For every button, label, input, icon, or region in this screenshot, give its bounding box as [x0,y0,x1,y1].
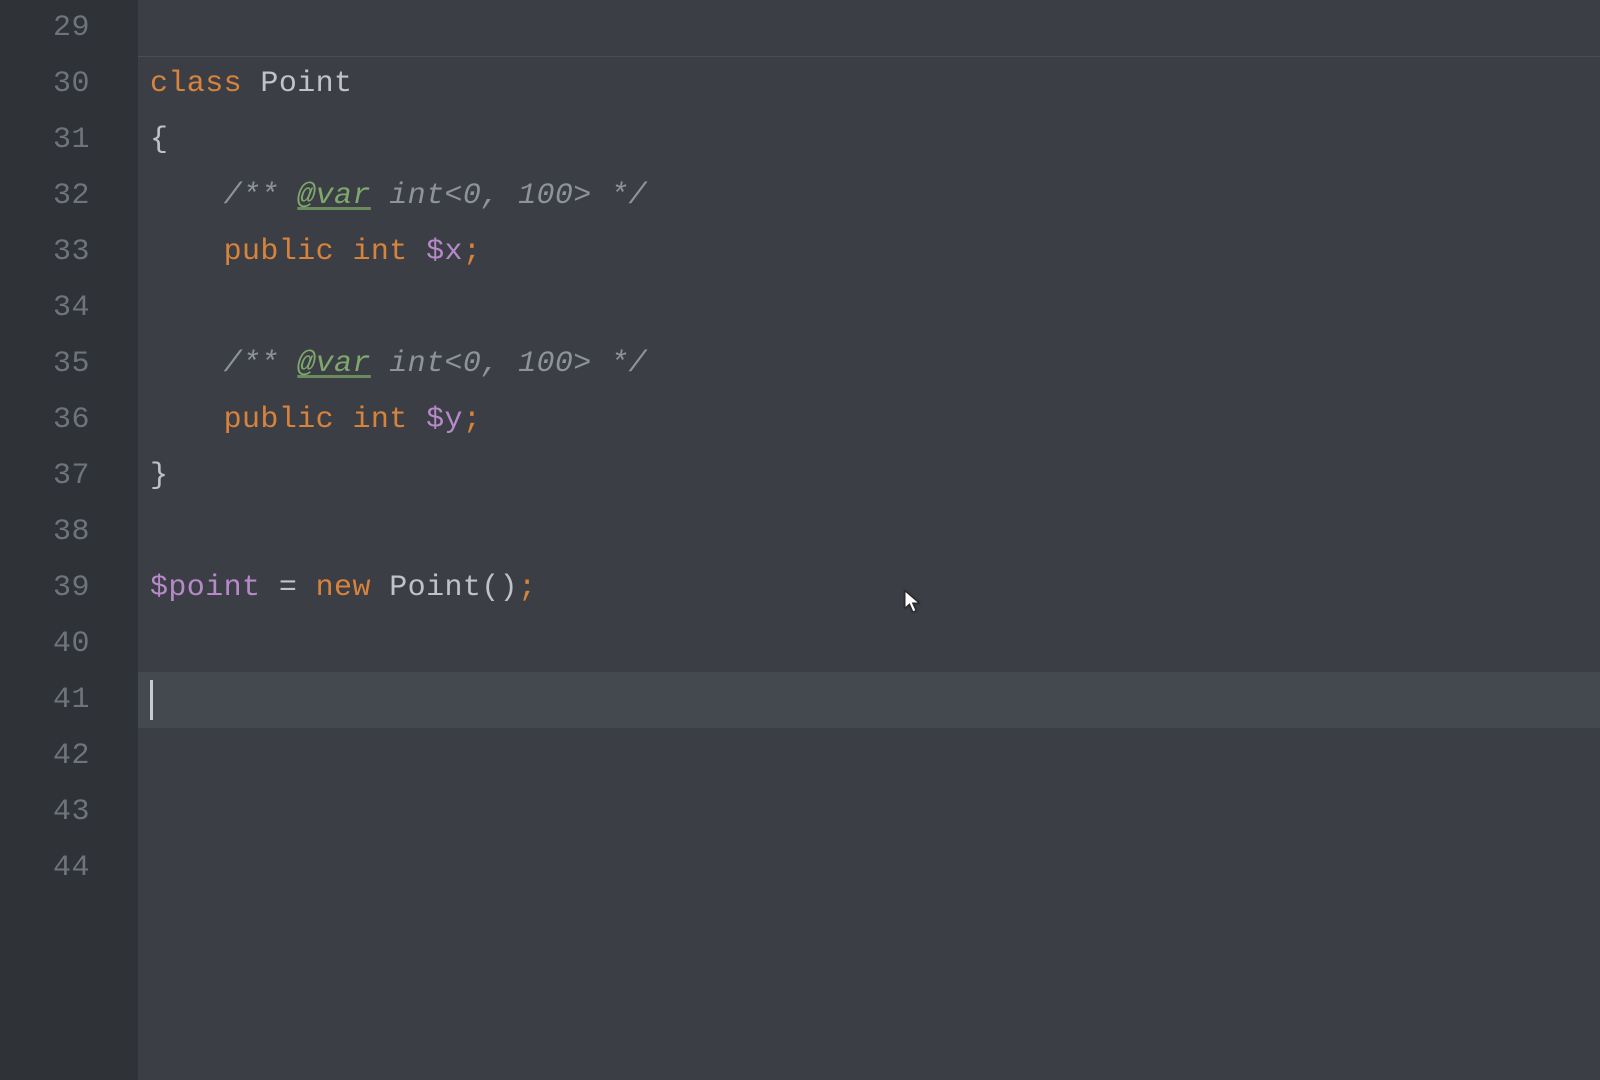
line-number: 34 [0,280,138,336]
token-brace: } [150,459,168,493]
line-number: 40 [0,616,138,672]
code-line[interactable]: class Point [138,56,1600,112]
line-number: 31 [0,112,138,168]
code-line[interactable]: $point = new Point(); [138,560,1600,616]
line-number-gutter: 29303132333435363738394041424344 [0,0,138,1080]
code-line[interactable] [138,504,1600,560]
code-line[interactable] [138,672,1600,728]
token-var: $x [426,235,463,269]
token-kw-mod: public [224,235,334,269]
code-line[interactable] [138,0,1600,56]
line-number: 37 [0,448,138,504]
token-kw-mod: public [224,403,334,437]
token-var: $y [426,403,463,437]
token-comment: /** [224,347,298,381]
token-semi: ; [463,235,481,269]
token-doctag: @var [297,179,371,213]
text-caret [150,680,153,720]
token-semi: ; [463,403,481,437]
token-doctag: @var [297,347,371,381]
line-number: 39 [0,560,138,616]
token-kw-type: int [352,235,407,269]
line-number: 44 [0,840,138,896]
code-line[interactable]: /** @var int<0, 100> */ [138,168,1600,224]
code-line[interactable]: /** @var int<0, 100> */ [138,336,1600,392]
code-line[interactable]: public int $y; [138,392,1600,448]
token-comment: int<0, 100> */ [371,179,647,213]
code-line[interactable] [138,728,1600,784]
line-number: 30 [0,56,138,112]
line-number: 36 [0,392,138,448]
token-classname: Point [260,67,352,101]
token-kw-type: int [352,403,407,437]
line-number: 33 [0,224,138,280]
code-line[interactable]: } [138,448,1600,504]
line-number: 29 [0,0,138,56]
token-classname: Point [389,571,481,605]
token-comment: int<0, 100> */ [371,347,647,381]
token-comment: /** [224,179,298,213]
code-line[interactable]: public int $x; [138,224,1600,280]
code-line[interactable] [138,840,1600,896]
code-editor[interactable]: 29303132333435363738394041424344 class P… [0,0,1600,1080]
token-kw-new: new [316,571,371,605]
code-area[interactable]: class Point { /** @var int<0, 100> */ pub… [138,0,1600,1080]
token-var: $point [150,571,260,605]
line-number: 42 [0,728,138,784]
token-semi: ; [518,571,536,605]
code-line[interactable] [138,616,1600,672]
line-number: 35 [0,336,138,392]
code-line[interactable] [138,784,1600,840]
token-punct: () [481,571,518,605]
token-op: = [279,571,297,605]
line-number: 38 [0,504,138,560]
line-number: 32 [0,168,138,224]
line-number: 43 [0,784,138,840]
token-brace: { [150,123,168,157]
code-line[interactable]: { [138,112,1600,168]
code-line[interactable] [138,280,1600,336]
line-number: 41 [0,672,138,728]
token-kw-class: class [150,67,242,101]
